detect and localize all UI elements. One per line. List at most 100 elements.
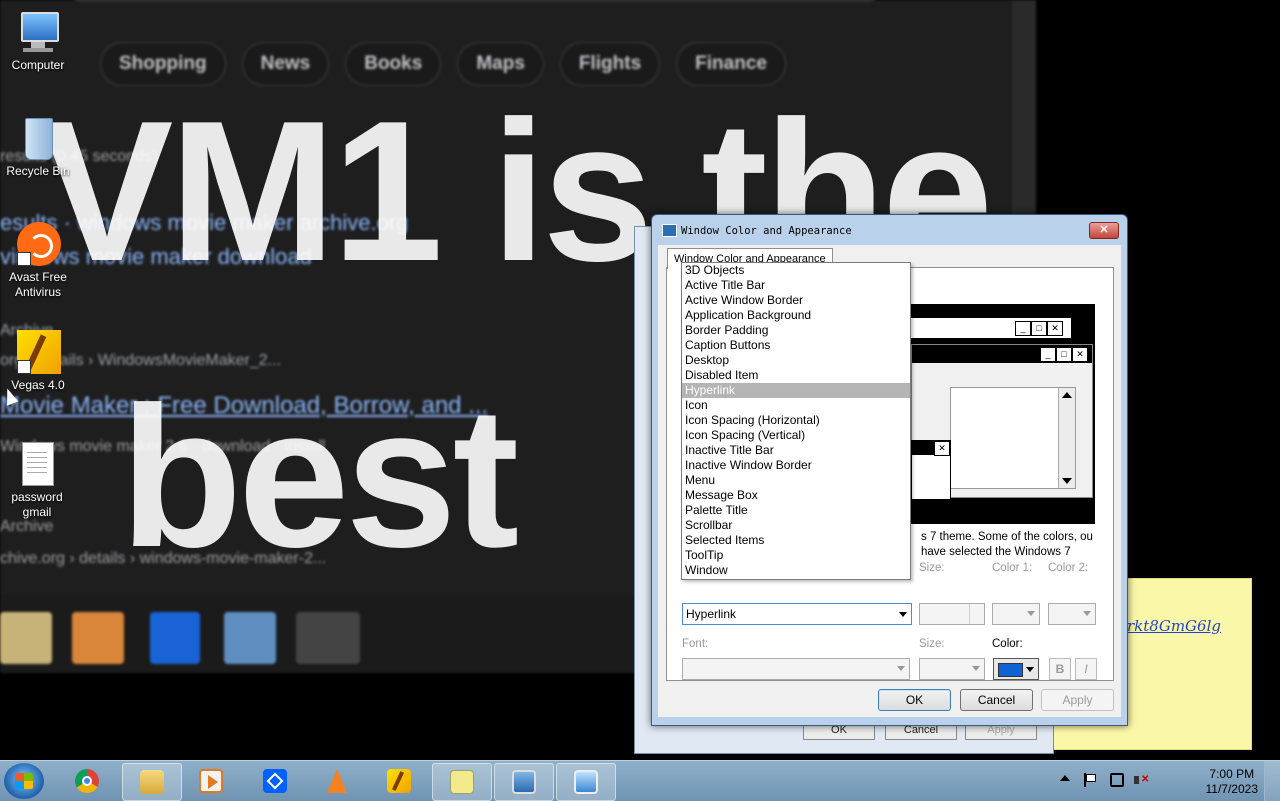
sticky-notes-icon [450, 770, 474, 794]
blurred-remote-icon [224, 612, 276, 664]
volume-muted-icon[interactable]: ✕ [1134, 773, 1149, 787]
preview-inactive-window: _ □ ✕ [911, 318, 1071, 338]
close-button[interactable]: ✕ [1089, 222, 1119, 239]
bold-button[interactable]: B [1049, 658, 1071, 680]
close-icon: ✕ [1047, 321, 1063, 336]
list-item-selected[interactable]: Hyperlink [682, 383, 910, 398]
dialog-titlebar[interactable]: Window Color and Appearance ✕ [652, 215, 1127, 245]
desktop-icon-computer[interactable]: Computer [0, 10, 76, 73]
clock[interactable]: 7:00 PM 11/7/2023 [1206, 767, 1259, 797]
ok-button[interactable]: OK [878, 689, 951, 711]
list-item[interactable]: Selected Items [682, 533, 910, 548]
control-panel-icon [574, 770, 598, 794]
description-text: s 7 theme. Some of the colors, ou have s… [921, 531, 1093, 558]
chrome-icon [75, 769, 99, 793]
scroll-up-icon [1062, 392, 1072, 398]
list-item[interactable]: Active Title Bar [682, 278, 910, 293]
minimize-icon: _ [1015, 321, 1031, 336]
list-item[interactable]: ToolTip [682, 548, 910, 563]
taskbar-remote-desktop[interactable] [494, 763, 554, 801]
vegas-icon [15, 330, 61, 376]
chevron-down-icon [972, 666, 980, 671]
list-item[interactable]: Menu [682, 473, 910, 488]
apply-button[interactable]: Apply [1041, 689, 1114, 711]
color-label: Color: [992, 638, 1023, 650]
list-item[interactable]: Inactive Window Border [682, 458, 910, 473]
recycle-bin-icon [15, 116, 61, 162]
taskbar-vlc[interactable] [308, 763, 366, 799]
network-icon[interactable] [1110, 773, 1124, 787]
desktop-icon-password-gmail[interactable]: password gmail [0, 442, 74, 520]
list-item[interactable]: Palette Title [682, 503, 910, 518]
list-item[interactable]: Icon Spacing (Vertical) [682, 428, 910, 443]
list-item[interactable]: Caption Buttons [682, 338, 910, 353]
start-button[interactable] [4, 763, 44, 799]
list-item[interactable]: Icon Spacing (Horizontal) [682, 413, 910, 428]
media-player-icon [199, 769, 223, 793]
show-hidden-icons-icon[interactable] [1060, 775, 1070, 781]
blurred-dropbox-icon [150, 612, 200, 664]
italic-button[interactable]: I [1075, 658, 1097, 680]
computer-icon [15, 10, 61, 56]
list-item[interactable]: Desktop [682, 353, 910, 368]
size-label: Size: [919, 562, 945, 574]
taskbar-sticky-notes[interactable] [432, 763, 492, 801]
close-icon: ✕ [1072, 347, 1088, 362]
desktop-icon-label: Computer [11, 58, 65, 72]
desktop-icon-label: Recycle Bin [6, 164, 70, 178]
avast-icon [15, 222, 61, 268]
result-source: Archive [0, 518, 54, 535]
desktop-icon-label: Avast Free Antivirus [9, 270, 67, 299]
list-item[interactable]: Active Window Border [682, 293, 910, 308]
desktop-icon-vegas[interactable]: Vegas 4.0 [0, 330, 76, 393]
taskbar-vegas[interactable] [370, 763, 428, 799]
list-item[interactable]: Border Padding [682, 323, 910, 338]
show-desktop-button[interactable] [1264, 761, 1280, 801]
maximize-icon: □ [1031, 321, 1047, 336]
color2-picker[interactable] [1048, 603, 1096, 625]
chevron-down-icon [1026, 667, 1034, 672]
dropbox-icon [263, 769, 287, 793]
list-item[interactable]: Disabled Item [682, 368, 910, 383]
window-color-dialog: Window Color and Appearance ✕ _ □ ✕ _ □ … [651, 214, 1128, 726]
dialog-title: Window Color and Appearance [681, 225, 852, 237]
item-size-spinner[interactable] [919, 603, 985, 625]
taskbar: ✕ 7:00 PM 11/7/2023 [0, 760, 1280, 801]
wallpaper-text-line2: best [120, 366, 519, 589]
list-item[interactable]: Message Box [682, 488, 910, 503]
preview-active-titlebar: _ □ ✕ [912, 345, 1092, 363]
dialog-app-icon [662, 224, 677, 237]
item-select[interactable]: Hyperlink [682, 603, 912, 625]
taskbar-dropbox[interactable] [246, 763, 304, 799]
cancel-button[interactable]: Cancel [960, 689, 1033, 711]
list-item[interactable]: Application Background [682, 308, 910, 323]
list-item[interactable]: 3D Objects [682, 263, 910, 278]
preview-message-box: ✕ [911, 440, 951, 500]
chevron-down-icon [897, 666, 905, 671]
blurred-app-icon [296, 612, 360, 664]
color2-label: Color 2: [1048, 562, 1089, 574]
taskbar-media-player[interactable] [182, 763, 240, 799]
desktop-icon-recycle-bin[interactable]: Recycle Bin [0, 116, 76, 179]
blurred-folder-icon [0, 612, 52, 664]
clock-date: 11/7/2023 [1205, 782, 1259, 796]
font-size-select[interactable] [919, 658, 985, 680]
font-color-picker[interactable] [993, 658, 1039, 680]
minimize-icon: _ [1040, 347, 1056, 362]
taskbar-chrome[interactable] [58, 763, 116, 799]
desktop-icon-avast[interactable]: Avast Free Antivirus [0, 222, 76, 300]
sticky-note-text[interactable]: rkt8GmG6lg [1127, 617, 1221, 635]
color1-picker[interactable] [992, 603, 1040, 625]
folder-icon [140, 770, 164, 794]
list-item[interactable]: Icon [682, 398, 910, 413]
list-item[interactable]: Scrollbar [682, 518, 910, 533]
text-file-icon [14, 442, 60, 488]
list-item[interactable]: Window [682, 563, 910, 578]
taskbar-explorer[interactable] [122, 763, 182, 801]
spinner-arrows-icon [969, 604, 984, 624]
list-item[interactable]: Inactive Title Bar [682, 443, 910, 458]
item-dropdown-list[interactable]: 3D Objects Active Title Bar Active Windo… [681, 262, 911, 580]
action-center-flag-icon[interactable] [1082, 773, 1096, 787]
taskbar-control-panel[interactable] [556, 763, 616, 801]
font-select[interactable] [682, 658, 910, 680]
